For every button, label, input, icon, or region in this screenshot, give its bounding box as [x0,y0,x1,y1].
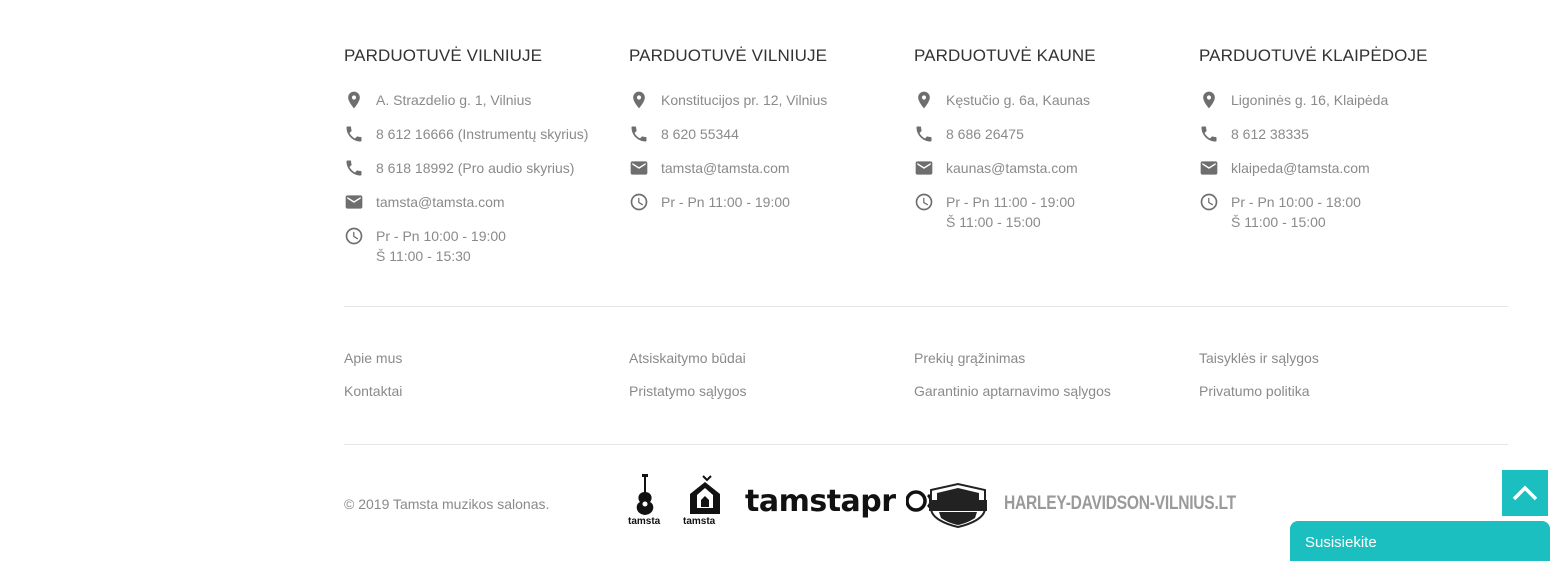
tamsta-studio-label: tamsta [683,516,716,527]
store-hours-row: Pr - Pn 11:00 - 19:00 Š 11:00 - 15:00 [914,192,1194,232]
clock-icon [1199,192,1219,212]
store-email-row: kaunas@tamsta.com [914,158,1194,178]
store-info: Ligoninės g. 16, Klaipėda 8 612 38335 kl… [1199,90,1479,232]
store-email[interactable]: tamsta@tamsta.com [661,158,790,178]
email-icon [1199,158,1219,178]
store-email[interactable]: kaunas@tamsta.com [946,158,1078,178]
divider [344,444,1508,445]
copyright: © 2019 Tamsta muzikos salonas. [344,496,550,512]
tamsta-studio-logo[interactable]: tamsta [682,474,728,534]
store-address-row: Kęstučio g. 6a, Kaunas [914,90,1194,110]
link-privacy[interactable]: Privatumo politika [1199,381,1310,401]
link-terms[interactable]: Taisyklės ir sąlygos [1199,348,1319,368]
location-icon [629,90,649,110]
store-hours-row: Pr - Pn 10:00 - 18:00 Š 11:00 - 15:00 [1199,192,1479,232]
store-phone-row: 8 612 38335 [1199,124,1479,144]
store-hours: Pr - Pn 11:00 - 19:00 [661,194,790,210]
store-hours-row: Pr - Pn 11:00 - 19:00 [629,192,909,212]
store-hours: Pr - Pn 10:00 - 18:00 Š 11:00 - 15:00 [1231,194,1361,230]
store-address: Kęstučio g. 6a, Kaunas [946,92,1090,108]
clock-icon [914,192,934,212]
email-icon [914,158,934,178]
store-hours: Pr - Pn 10:00 - 19:00 Š 11:00 - 15:30 [376,228,506,264]
store-phone[interactable]: 8 612 16666 (Instrumentų skyrius) [376,124,588,144]
store-address: Konstitucijos pr. 12, Vilnius [661,92,828,108]
link-returns[interactable]: Prekių grąžinimas [914,348,1025,368]
store-email[interactable]: tamsta@tamsta.com [376,192,505,212]
link-delivery[interactable]: Pristatymo sąlygos [629,381,746,401]
store-email[interactable]: klaipeda@tamsta.com [1231,158,1370,178]
phone-icon [914,124,934,144]
store-kaunas: PARDUOTUVĖ KAUNE Kęstučio g. 6a, Kaunas … [914,45,1194,232]
store-phone-row: 8 620 55344 [629,124,909,144]
store-info: Kęstučio g. 6a, Kaunas 8 686 26475 kauna… [914,90,1194,232]
location-icon [1199,90,1219,110]
store-phone[interactable]: 8 618 18992 (Pro audio skyrius) [376,158,574,178]
link-payment[interactable]: Atsiskaitymo būdai [629,348,746,368]
store-title: PARDUOTUVĖ KAUNE [914,46,1096,65]
store-address: Ligoninės g. 16, Klaipėda [1231,92,1389,108]
tamstapro-label: tamstapr [745,484,896,519]
store-info: Konstitucijos pr. 12, Vilnius 8 620 5534… [629,90,909,212]
location-icon [344,90,364,110]
phone-icon [1199,124,1219,144]
store-phone[interactable]: 8 620 55344 [661,124,739,144]
store-email-row: tamsta@tamsta.com [344,192,624,212]
phone-icon [629,124,649,144]
chevron-up-icon [1512,485,1538,501]
link-warranty[interactable]: Garantinio aptarnavimo sąlygos [914,381,1111,401]
phone-icon [344,124,364,144]
store-klaipeda: PARDUOTUVĖ KLAIPĖDOJE Ligoninės g. 16, K… [1199,45,1479,232]
clock-icon [344,226,364,246]
tamstapro-logo[interactable]: tamstapr [745,484,940,519]
store-hours: Pr - Pn 11:00 - 19:00 Š 11:00 - 15:00 [946,194,1075,230]
tamsta-salonas-logo[interactable]: tamsta [626,474,664,534]
email-icon [629,158,649,178]
chat-widget-button[interactable]: Susisiekite [1290,521,1550,561]
store-email-row: klaipeda@tamsta.com [1199,158,1479,178]
store-phone-row: 8 612 16666 (Instrumentų skyrius) [344,124,624,144]
tamsta-salonas-label: tamsta [628,516,661,527]
store-title: PARDUOTUVĖ VILNIUJE [344,46,543,65]
location-icon [914,90,934,110]
store-hours-row: Pr - Pn 10:00 - 19:00 Š 11:00 - 15:30 [344,226,624,266]
store-vilnius-konstitucijos: PARDUOTUVĖ VILNIUJE Konstitucijos pr. 12… [629,45,909,212]
store-info: A. Strazdelio g. 1, Vilnius 8 612 16666 … [344,90,624,266]
store-email-row: tamsta@tamsta.com [629,158,909,178]
clock-icon [629,192,649,212]
link-contacts[interactable]: Kontaktai [344,381,402,401]
back-to-top-button[interactable] [1502,470,1548,516]
store-address: A. Strazdelio g. 1, Vilnius [376,92,532,108]
store-address-row: Ligoninės g. 16, Klaipėda [1199,90,1479,110]
store-phone-row: 8 686 26475 [914,124,1194,144]
store-phone[interactable]: 8 686 26475 [946,124,1024,144]
store-phone[interactable]: 8 612 38335 [1231,124,1309,144]
link-about[interactable]: Apie mus [344,348,402,368]
store-address-row: A. Strazdelio g. 1, Vilnius [344,90,624,110]
email-icon [344,192,364,212]
store-title: PARDUOTUVĖ KLAIPĖDOJE [1199,46,1428,65]
store-vilnius-strazdelio: PARDUOTUVĖ VILNIUJE A. Strazdelio g. 1, … [344,45,624,266]
guitar-icon [636,474,654,515]
harley-shield-icon [929,482,987,528]
divider [344,306,1508,307]
chat-label: Susisiekite [1305,534,1377,551]
harley-davidson-vilnius-logo[interactable]: HARLEY-DAVIDSON-VILNIUS.LT [1004,493,1236,515]
phone-icon [344,158,364,178]
store-phone-row: 8 618 18992 (Pro audio skyrius) [344,158,624,178]
store-title: PARDUOTUVĖ VILNIUJE [629,46,828,65]
harley-davidson-shield-logo[interactable] [927,482,989,528]
store-address-row: Konstitucijos pr. 12, Vilnius [629,90,909,110]
house-icon [690,475,720,514]
